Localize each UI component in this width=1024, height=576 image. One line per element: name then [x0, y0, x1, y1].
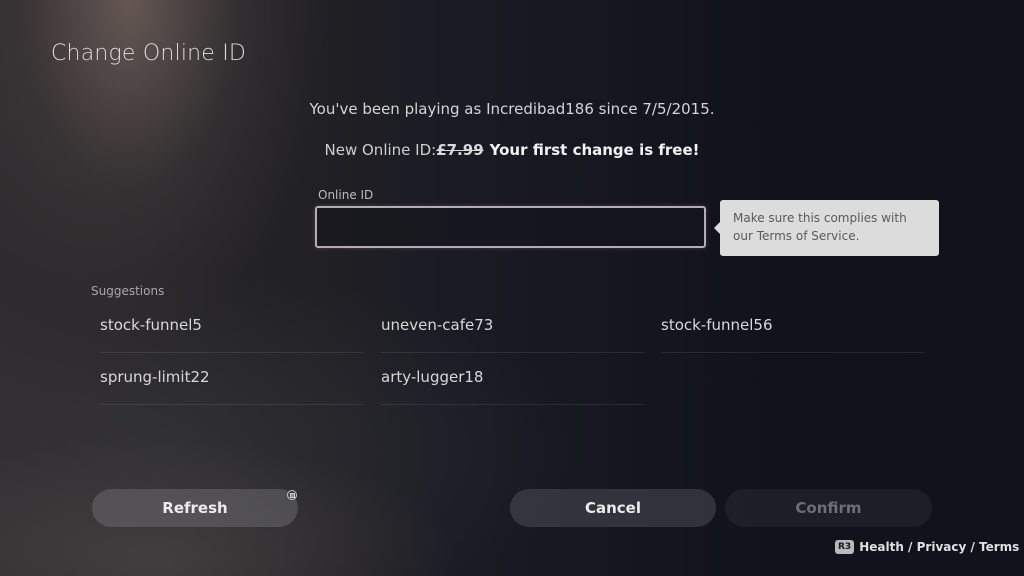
suggestion-label: uneven-cafe73	[381, 316, 494, 334]
old-price: £7.99	[436, 141, 484, 159]
health-privacy-terms-link[interactable]: Health / Privacy / Terms	[859, 540, 1019, 554]
suggestion-label: stock-funnel5	[100, 316, 202, 334]
suggestion-label: stock-funnel56	[661, 316, 773, 334]
confirm-button[interactable]: Confirm	[725, 489, 932, 527]
confirm-label: Confirm	[795, 499, 862, 517]
footer-links[interactable]: R3 Health / Privacy / Terms	[835, 540, 1019, 554]
terms-tooltip: Make sure this complies with our Terms o…	[714, 200, 939, 256]
price-prefix: New Online ID:	[324, 141, 437, 159]
refresh-button[interactable]: Refresh	[92, 489, 298, 527]
suggestion-item[interactable]: arty-lugger18	[381, 353, 644, 405]
suggestions-label: Suggestions	[91, 284, 165, 298]
suggestion-item[interactable]: stock-funnel5	[100, 301, 363, 353]
tooltip-text: Make sure this complies with our Terms o…	[733, 211, 907, 243]
cancel-button[interactable]: Cancel	[510, 489, 716, 527]
price-info: New Online ID:£7.99 Your first change is …	[0, 141, 1024, 159]
online-id-field-container	[315, 206, 706, 248]
free-change-note: Your first change is free!	[489, 141, 700, 159]
suggestion-item[interactable]: sprung-limit22	[100, 353, 363, 405]
page-title: Change Online ID	[51, 41, 247, 66]
online-id-input[interactable]	[317, 208, 704, 246]
square-button-icon	[287, 490, 297, 500]
suggestion-item[interactable]: stock-funnel56	[661, 301, 924, 353]
refresh-label: Refresh	[162, 499, 228, 517]
cancel-label: Cancel	[584, 499, 641, 517]
online-id-label: Online ID	[318, 188, 374, 202]
playing-since-text: You've been playing as Incredibad186 sin…	[309, 100, 715, 118]
r3-button-icon: R3	[835, 540, 855, 554]
suggestion-label: arty-lugger18	[381, 368, 484, 386]
suggestion-item[interactable]: uneven-cafe73	[381, 301, 644, 353]
suggestion-label: sprung-limit22	[100, 368, 210, 386]
